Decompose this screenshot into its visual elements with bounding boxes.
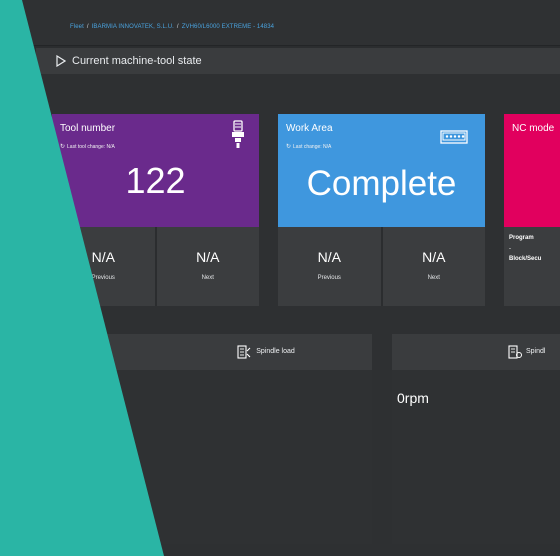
previous-work-area-label: Previous — [317, 275, 341, 281]
nc-mode-footer: Program - Block/Secu — [504, 227, 560, 306]
spindle-speed-value: 0rpm — [397, 390, 429, 406]
section-header[interactable]: Current machine-tool state — [36, 48, 560, 74]
nc-mode-card: NC mode Program - Block/Secu — [504, 114, 560, 306]
work-area-value: Complete — [306, 164, 457, 203]
card-title: Tool number — [60, 123, 116, 134]
work-area-header: Work Area ↻ Last change: N/A Complete — [278, 114, 485, 227]
spindle-speed-icon — [508, 344, 522, 359]
spindle-load-header: Spindle load — [100, 334, 372, 369]
spindle-load-title: Spindle load — [256, 348, 295, 355]
program-label: Program — [509, 235, 534, 241]
tool-number-footer: N/A Previous N/A Next — [52, 227, 259, 306]
spindle-load-body — [100, 370, 372, 544]
last-change-text: Last change: N/A — [293, 143, 332, 150]
block-label: Block/Secu — [509, 256, 542, 262]
work-area-card: Work Area ↻ Last change: N/A Complete N/A… — [278, 114, 485, 306]
top-bar: Fleet / IBARMIA INNOVATEK, S.L.U. / ZVH60/L6… — [0, 0, 560, 46]
breadcrumb-fleet[interactable]: Fleet — [70, 24, 84, 30]
next-work-area-label: Next — [427, 275, 440, 281]
previous-work-area: N/A Previous — [278, 227, 381, 306]
tool-holder-icon — [232, 120, 244, 148]
section-title: Current machine-tool state — [72, 55, 202, 67]
work-area-footer: N/A Previous N/A Next — [278, 227, 485, 306]
tool-number-card: Tool number ↻ Last tool change: N/A 122 N… — [52, 114, 259, 306]
refresh-icon: ↻ — [286, 144, 292, 150]
spindle-speed-panel: Spindl 0rpm — [392, 334, 560, 544]
card-subtitle: ↻ Last tool change: N/A — [60, 143, 115, 151]
spindle-speed-body: 0rpm — [392, 370, 560, 544]
next-tool-value: N/A — [196, 249, 220, 265]
next-tool-label: Next — [201, 275, 214, 281]
tool-number-value: 122 — [125, 160, 186, 201]
play-icon — [56, 55, 66, 67]
next-work-area: N/A Next — [380, 227, 486, 306]
spindle-load-panel: Spindle load — [100, 334, 372, 544]
program-value: - — [509, 246, 511, 252]
breadcrumb-company[interactable]: IBARMIA INNOVATEK, S.L.U. — [92, 24, 174, 30]
nc-mode-header: NC mode — [504, 114, 560, 227]
breadcrumb: Fleet / IBARMIA INNOVATEK, S.L.U. / ZVH60/L6… — [70, 24, 275, 30]
last-change-text: Last tool change: N/A — [67, 143, 115, 150]
work-table-icon — [440, 130, 468, 144]
previous-tool-label: Previous — [91, 275, 115, 281]
spindle-speed-title: Spindl — [526, 348, 546, 355]
card-subtitle: ↻ Last change: N/A — [286, 143, 332, 151]
tool-number-header: Tool number ↻ Last tool change: N/A 122 — [52, 114, 259, 227]
refresh-icon: ↻ — [60, 144, 66, 150]
next-tool: N/A Next — [154, 227, 260, 306]
breadcrumb-machine[interactable]: ZVH60/L6000 EXTREME - 14834 — [182, 24, 274, 30]
card-title: NC mode — [512, 123, 555, 134]
card-title: Work Area — [286, 123, 333, 134]
next-work-area-value: N/A — [422, 249, 446, 265]
previous-tool-value: N/A — [91, 249, 115, 265]
previous-tool: N/A Previous — [52, 227, 155, 306]
spindle-load-icon — [237, 344, 251, 359]
spindle-speed-header: Spindl — [392, 334, 560, 369]
previous-work-area-value: N/A — [317, 249, 341, 265]
